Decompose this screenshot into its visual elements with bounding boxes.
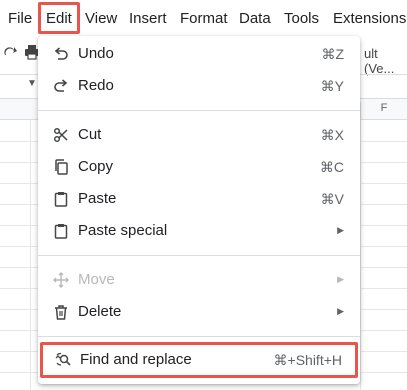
shortcut-text: ⌘C [319,159,344,175]
grid-line [30,120,31,390]
menu-item-redo[interactable]: Redo ⌘Y [38,70,360,102]
redo-icon[interactable] [2,44,18,65]
menu-tools[interactable]: Tools [284,0,319,36]
copy-icon [51,157,71,177]
menu-item-delete[interactable]: Delete ▶ [38,296,360,328]
find-replace-icon [53,350,73,370]
menu-divider [38,255,360,256]
clipboard-icon [51,221,71,241]
submenu-arrow-icon: ▶ [337,274,344,284]
column-header-f[interactable]: F [360,102,407,120]
shortcut-text: ⌘X [320,127,344,143]
menu-item-paste[interactable]: Paste ⌘V [38,183,360,215]
menu-divider [38,110,360,111]
menu-divider [38,336,360,337]
menu-insert[interactable]: Insert [129,0,167,36]
shortcut-text: ⌘+Shift+H [273,352,342,368]
menu-view[interactable]: View [85,0,117,36]
move-icon [51,270,71,290]
shortcut-text: ⌘Y [320,78,344,94]
menu-item-move: Move ▶ [38,264,360,296]
redo-icon [51,76,71,96]
shortcut-text: ⌘Z [321,46,344,62]
trash-icon [51,302,71,322]
spreadsheet-window: File Edit View Insert Format Data Tools … [0,0,407,390]
menu-item-label: Delete [78,303,122,320]
scissors-icon [51,125,71,145]
menu-extensions[interactable]: Extensions [333,0,406,36]
edit-menu: Undo ⌘Z Redo ⌘Y Cut ⌘X Copy ⌘C Paste ⌘V … [38,36,360,384]
menu-item-label: Copy [78,158,114,175]
menu-item-undo[interactable]: Undo ⌘Z [38,38,360,70]
font-select[interactable]: ult (Ve... [364,46,407,76]
clipboard-icon [51,189,71,209]
menu-item-label: Redo [78,77,114,94]
caret-down-icon[interactable]: ▼ [27,78,37,89]
menu-item-copy[interactable]: Copy ⌘C [38,151,360,183]
menu-data[interactable]: Data [239,0,271,36]
menu-item-label: Paste [78,190,117,207]
grid-line [360,120,361,390]
shortcut-text: ⌘V [320,191,344,207]
submenu-arrow-icon: ▶ [337,306,344,316]
undo-icon [51,44,71,64]
menu-item-label: Paste special [78,222,168,239]
menu-item-paste-special[interactable]: Paste special ▶ [38,215,360,247]
menu-item-label: Find and replace [80,351,192,368]
menu-bar: File Edit View Insert Format Data Tools … [0,0,407,36]
menu-item-label: Undo [78,45,114,62]
menu-item-label: Move [78,271,115,288]
menu-item-cut[interactable]: Cut ⌘X [38,119,360,151]
menu-item-label: Cut [78,126,102,143]
menu-edit[interactable]: Edit [38,2,80,34]
submenu-arrow-icon: ▶ [337,225,344,235]
menu-item-find-and-replace[interactable]: Find and replace ⌘+Shift+H [40,342,358,378]
menu-file[interactable]: File [8,0,32,36]
menu-format[interactable]: Format [180,0,228,36]
